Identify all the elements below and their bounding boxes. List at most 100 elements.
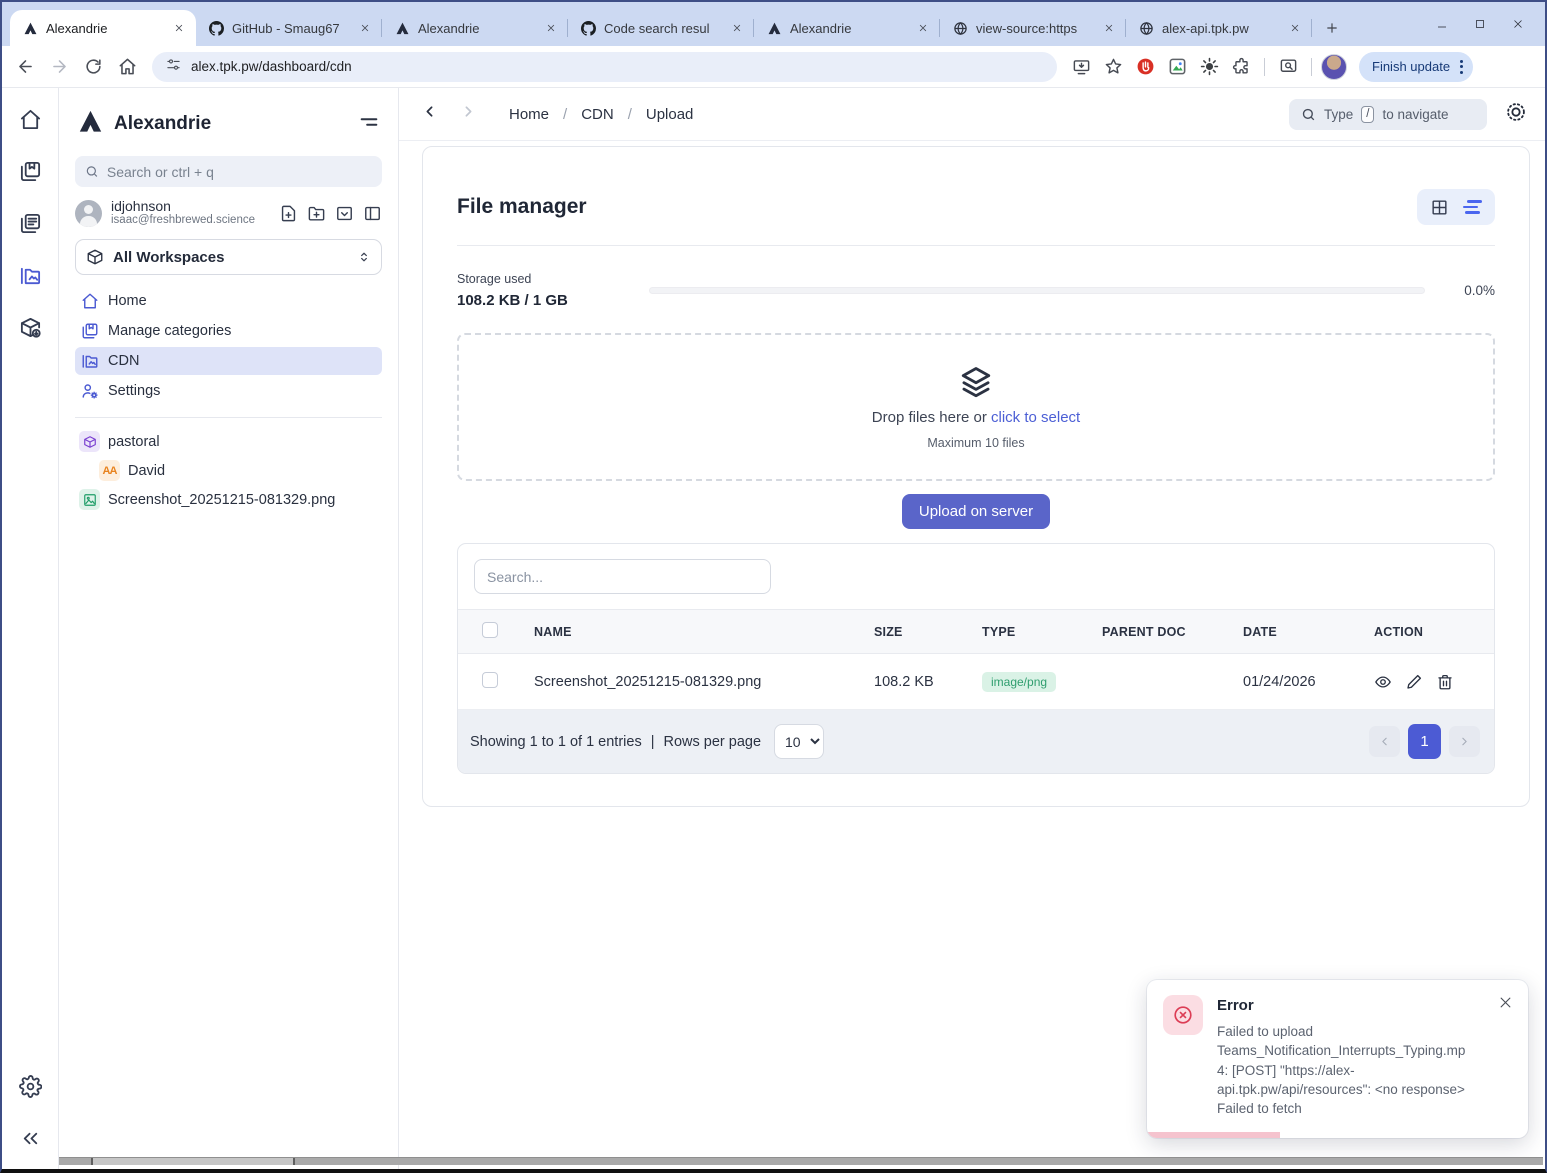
tree-item-workspace[interactable]: pastoral (75, 430, 382, 453)
breadcrumb-separator: / (628, 106, 632, 123)
column-header-action[interactable]: ACTION (1374, 625, 1494, 639)
sidebar-search[interactable] (75, 156, 382, 187)
sidebar: Alexandrie idjohnson isaac@freshbrewed.s… (59, 88, 399, 1169)
new-tab-button[interactable] (1318, 14, 1346, 42)
url-text[interactable]: alex.tpk.pw/dashboard/cdn (191, 59, 352, 74)
user-name: idjohnson (111, 199, 270, 214)
profile-avatar[interactable] (1321, 54, 1347, 80)
quick-search-button[interactable]: Type / to navigate (1289, 99, 1487, 130)
nav-forward-icon[interactable] (460, 103, 477, 125)
tab-title: Alexandrie (46, 21, 162, 36)
image-extension-icon[interactable] (1163, 53, 1191, 81)
tab-close-icon[interactable] (1286, 19, 1304, 37)
install-app-icon[interactable] (1067, 53, 1095, 81)
prev-page-button[interactable] (1369, 726, 1400, 757)
reload-button[interactable] (78, 52, 108, 82)
list-view-icon[interactable] (1463, 200, 1482, 214)
tab-close-icon[interactable] (542, 19, 560, 37)
close-window-button[interactable] (1501, 9, 1535, 39)
import-icon[interactable] (335, 204, 354, 223)
browser-menu-icon[interactable] (1456, 56, 1467, 78)
sidebar-item-cdn[interactable]: CDN (75, 347, 382, 375)
workspace-select[interactable]: All Workspaces (75, 239, 382, 275)
sidebar-item-manage-categories[interactable]: Manage categories (75, 317, 382, 345)
column-header-size[interactable]: SIZE (874, 625, 982, 639)
tab-close-icon[interactable] (914, 19, 932, 37)
scrollbar-thumb[interactable] (91, 1158, 295, 1165)
finish-update-button[interactable]: Finish update (1359, 52, 1473, 82)
rail-categories-icon[interactable] (19, 160, 42, 188)
tab-alex-api[interactable]: alex-api.tpk.pw (1126, 10, 1312, 46)
rail-collapse-icon[interactable] (19, 1127, 42, 1155)
letters-icon: AA (99, 460, 120, 481)
sidebar-item-home[interactable]: Home (75, 287, 382, 315)
tab-close-icon[interactable] (728, 19, 746, 37)
column-header-parent-doc[interactable]: PARENT DOC (1102, 625, 1243, 639)
minimize-button[interactable] (1425, 9, 1459, 39)
tab-view-source[interactable]: view-source:https (940, 10, 1126, 46)
column-header-date[interactable]: DATE (1243, 625, 1374, 639)
panel-toggle-icon[interactable] (363, 204, 382, 223)
tab-close-icon[interactable] (1100, 19, 1118, 37)
search-icon (85, 164, 99, 179)
tab-alexandrie-3[interactable]: Alexandrie (754, 10, 940, 46)
tree-item-category[interactable]: AA David (75, 459, 382, 482)
dropzone[interactable]: Drop files here or click to select Maxim… (457, 333, 1495, 481)
adblock-extension-icon[interactable] (1131, 53, 1159, 81)
sun-extension-icon[interactable] (1195, 53, 1223, 81)
sidebar-nav: Home Manage categories CDN Settings (75, 287, 382, 418)
grid-view-icon[interactable] (1430, 198, 1449, 217)
next-page-button[interactable] (1449, 726, 1480, 757)
nav-back-icon[interactable] (421, 103, 438, 125)
delete-file-icon[interactable] (1436, 673, 1454, 691)
breadcrumb-separator: / (563, 106, 567, 123)
tab-strip: Alexandrie GitHub - Smaug67 Alexandrie C… (2, 2, 1545, 46)
rail-package-icon[interactable] (19, 316, 42, 344)
page-1-button[interactable]: 1 (1408, 724, 1441, 759)
tab-close-icon[interactable] (356, 19, 374, 37)
sidebar-search-input[interactable] (107, 164, 372, 180)
tree-item-file[interactable]: Screenshot_20251215-081329.png (75, 488, 382, 511)
sidebar-item-settings[interactable]: Settings (75, 377, 382, 405)
upload-on-server-button[interactable]: Upload on server (902, 494, 1050, 529)
row-checkbox[interactable] (482, 672, 498, 688)
file-size-cell: 108.2 KB (874, 674, 982, 690)
new-file-icon[interactable] (279, 204, 298, 223)
rail-settings-icon[interactable] (19, 1075, 42, 1103)
tab-alexandrie-1[interactable]: Alexandrie (10, 10, 196, 46)
rail-home-icon[interactable] (19, 108, 42, 136)
breadcrumb-cdn[interactable]: CDN (581, 106, 614, 123)
maximize-button[interactable] (1463, 9, 1497, 39)
extensions-puzzle-icon[interactable] (1227, 53, 1255, 81)
rows-per-page-select[interactable]: 10 (774, 724, 824, 759)
back-button[interactable] (10, 52, 40, 82)
rail-cdn-icon[interactable] (19, 264, 42, 292)
toast-close-icon[interactable] (1498, 995, 1513, 1118)
horizontal-scrollbar[interactable] (59, 1157, 1543, 1165)
theme-toggle-icon[interactable] (1505, 101, 1527, 128)
tab-github-smaug[interactable]: GitHub - Smaug67 (196, 10, 382, 46)
table-row[interactable]: Screenshot_20251215-081329.png 108.2 KB … (458, 654, 1494, 710)
tab-alexandrie-2[interactable]: Alexandrie (382, 10, 568, 46)
edit-file-icon[interactable] (1405, 673, 1423, 691)
breadcrumb-upload[interactable]: Upload (646, 106, 694, 123)
rail-documents-icon[interactable] (19, 212, 42, 240)
new-folder-icon[interactable] (307, 204, 326, 223)
tab-close-icon[interactable] (170, 19, 188, 37)
select-all-checkbox[interactable] (482, 622, 498, 638)
address-bar[interactable]: alex.tpk.pw/dashboard/cdn (152, 52, 1057, 82)
view-file-icon[interactable] (1374, 673, 1392, 691)
sidebar-menu-icon[interactable] (358, 111, 380, 138)
breadcrumb-home[interactable]: Home (509, 106, 549, 123)
column-header-name[interactable]: NAME (534, 625, 874, 639)
table-search-input[interactable] (474, 559, 771, 594)
forward-button[interactable] (44, 52, 74, 82)
click-to-select-link[interactable]: click to select (991, 409, 1080, 426)
home-button[interactable] (112, 52, 142, 82)
screen-search-icon[interactable] (1274, 53, 1302, 81)
site-settings-icon[interactable] (166, 57, 181, 77)
bookmark-star-icon[interactable] (1099, 53, 1127, 81)
column-header-type[interactable]: TYPE (982, 625, 1102, 639)
tab-code-search[interactable]: Code search resul (568, 10, 754, 46)
sidebar-item-label: CDN (108, 353, 139, 369)
